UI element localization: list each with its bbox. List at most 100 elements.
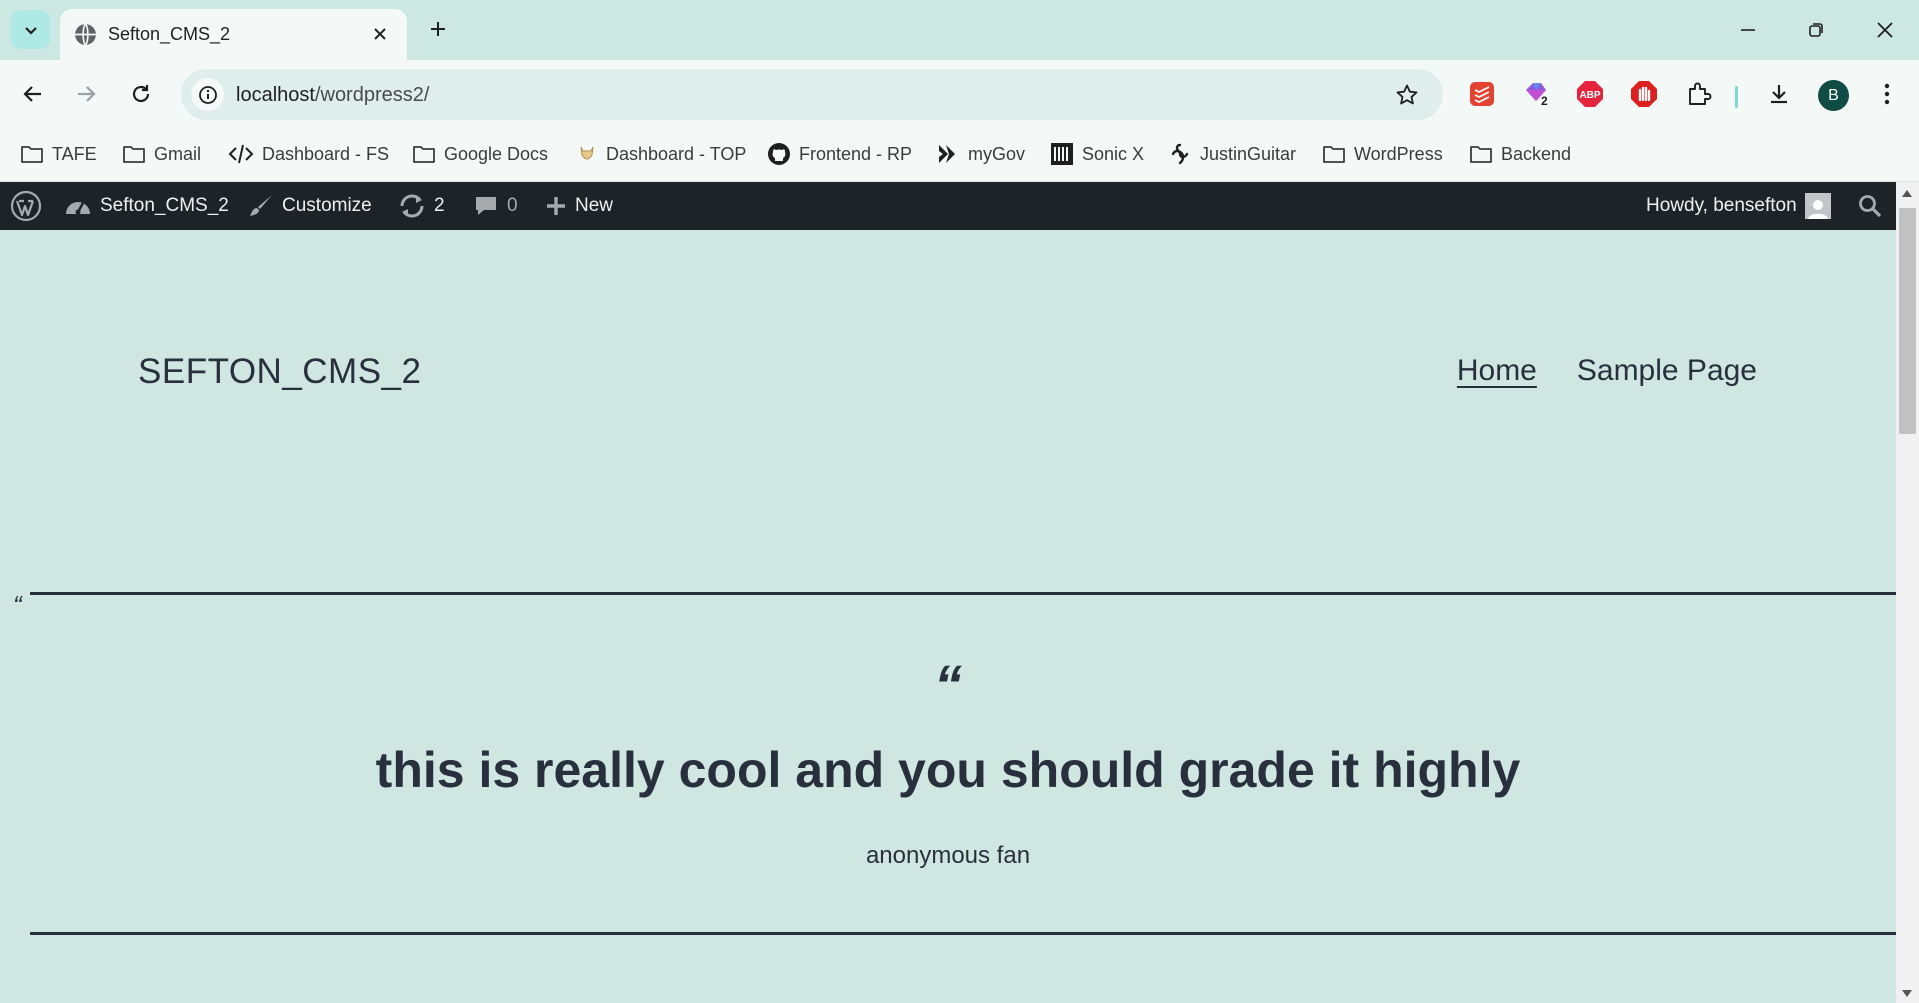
extension-badge: 2: [1541, 94, 1548, 108]
tab-title: Sefton_CMS_2: [108, 24, 231, 44]
url-host: localhost: [236, 84, 315, 106]
close-window-button[interactable]: [1862, 12, 1908, 48]
arrow-right-icon: [78, 86, 96, 102]
browser-toolbar: localhost/wordpress2/ 2 ABP B: [0, 60, 1919, 128]
bookmark-label: Dashboard - FS: [262, 143, 390, 164]
restore-icon: [1809, 23, 1823, 37]
bookmark-item[interactable]: WordPress: [1322, 141, 1443, 167]
toolbar-separator: [1735, 86, 1738, 108]
bookmark-item[interactable]: Frontend - RP: [767, 141, 912, 167]
minimize-button[interactable]: [1725, 12, 1771, 48]
customize-link[interactable]: Customize: [248, 182, 372, 230]
nav-item-sample-page[interactable]: Sample Page: [1577, 354, 1757, 388]
new-label: New: [575, 195, 614, 216]
plus-icon: [431, 22, 445, 36]
bookmark-label: TAFE: [52, 143, 97, 164]
gem-extension[interactable]: 2: [1520, 77, 1554, 111]
admin-search-button[interactable]: [1858, 182, 1882, 230]
bookmark-item[interactable]: TAFE: [20, 141, 97, 167]
bookmark-label: Backend: [1501, 143, 1572, 164]
tab-strip: Sefton_CMS_2: [0, 0, 1919, 60]
updates-link[interactable]: 2: [398, 182, 445, 230]
reload-button[interactable]: [124, 77, 158, 111]
wp-logo-menu[interactable]: [10, 182, 42, 230]
mygov-icon: [939, 145, 955, 163]
site-name-label: Sefton_CMS_2: [100, 195, 229, 216]
puzzle-icon: [1689, 82, 1712, 105]
url-text[interactable]: localhost/wordpress2/: [236, 82, 429, 108]
url-path: /wordpress2/: [314, 84, 430, 106]
bookmark-label: Google Docs: [444, 143, 549, 164]
bookmark-item[interactable]: myGov: [936, 141, 1025, 167]
forward-button[interactable]: [69, 77, 103, 111]
new-content-menu[interactable]: New: [545, 182, 613, 230]
site-info-button[interactable]: [191, 78, 224, 111]
comments-count: 0: [507, 195, 518, 216]
bookmark-item[interactable]: Dashboard - FS: [228, 141, 389, 167]
close-icon: [374, 28, 386, 40]
site-title[interactable]: SEFTON_CMS_2: [138, 352, 422, 392]
updates-icon: [400, 194, 424, 218]
bookmark-item[interactable]: Dashboard - TOP: [576, 141, 746, 167]
howdy-label: Howdy, bensefton: [1646, 195, 1797, 216]
browser-tab-active[interactable]: Sefton_CMS_2: [60, 9, 407, 60]
bookmark-item[interactable]: JustinGuitar: [1168, 141, 1296, 167]
bookmark-label: Gmail: [154, 143, 202, 164]
bookmark-item[interactable]: Google Docs: [412, 141, 548, 167]
scroll-up-arrow[interactable]: [1902, 190, 1912, 197]
downloads-button[interactable]: [1762, 77, 1796, 111]
nav-item-home[interactable]: Home: [1457, 354, 1537, 388]
bookmark-item[interactable]: Sonic X: [1050, 141, 1144, 167]
restore-button[interactable]: [1793, 12, 1839, 48]
wp-admin-bar: Sefton_CMS_2 Customize 2 0 New Howdy, be…: [0, 182, 1896, 230]
ublock-extension[interactable]: [1627, 77, 1661, 111]
bookmarks-bar: TAFE Gmail Dashboard - FS Google Docs Da…: [0, 128, 1919, 182]
scroll-down-arrow[interactable]: [1902, 990, 1912, 997]
customize-label: Customize: [282, 195, 372, 216]
bookmark-label: myGov: [968, 143, 1026, 164]
site-page: SEFTON_CMS_2 Home Sample Page “ “ this i…: [0, 230, 1896, 1003]
todoist-extension[interactable]: [1465, 77, 1499, 111]
new-tab-button[interactable]: [423, 14, 453, 44]
bookmark-item[interactable]: Backend: [1469, 141, 1571, 167]
bookmark-star-button[interactable]: [1393, 81, 1421, 109]
paintbrush-icon: [250, 195, 272, 216]
adblock-extension[interactable]: ABP: [1573, 77, 1607, 111]
justinguitar-icon: [1171, 143, 1189, 165]
account-menu[interactable]: Howdy, bensefton: [1646, 182, 1831, 230]
more-vertical-icon: [1884, 83, 1890, 105]
folder-icon: [21, 146, 43, 163]
address-bar[interactable]: localhost/wordpress2/: [181, 69, 1443, 120]
bookmark-label: Frontend - RP: [799, 143, 913, 164]
profile-avatar[interactable]: B: [1818, 80, 1849, 111]
user-avatar: [1804, 193, 1831, 219]
back-button[interactable]: [16, 77, 50, 111]
bookmark-label: JustinGuitar: [1200, 143, 1297, 164]
bookmark-item[interactable]: Gmail: [122, 141, 201, 167]
github-icon: [768, 143, 790, 165]
folder-icon: [413, 146, 435, 163]
scrollbar-thumb[interactable]: [1899, 208, 1916, 434]
library-icon: [1051, 143, 1073, 165]
tab-search-button[interactable]: [11, 10, 50, 49]
folder-icon: [123, 146, 145, 163]
extensions-button[interactable]: [1682, 77, 1716, 111]
browser-menu-button[interactable]: [1870, 77, 1904, 111]
dashboard-icon: [66, 202, 90, 215]
quote-mark: “: [934, 653, 962, 716]
odin-icon: [580, 146, 594, 160]
wordpress-logo-icon: [10, 190, 42, 222]
close-tab-button[interactable]: [367, 21, 393, 47]
comment-icon: [476, 197, 496, 215]
quote-bottom-rule: [30, 932, 1896, 935]
minimize-icon: [1741, 29, 1755, 31]
plus-icon: [547, 197, 565, 215]
comments-link[interactable]: 0: [473, 182, 518, 230]
folder-icon: [1470, 146, 1492, 163]
page-scrollbar[interactable]: [1896, 182, 1919, 1003]
svg-text:ABP: ABP: [1579, 90, 1600, 101]
search-icon: [1859, 195, 1882, 218]
hand-stop-icon: [1631, 81, 1657, 107]
updates-count: 2: [434, 195, 445, 216]
site-name-menu[interactable]: Sefton_CMS_2: [64, 182, 229, 230]
